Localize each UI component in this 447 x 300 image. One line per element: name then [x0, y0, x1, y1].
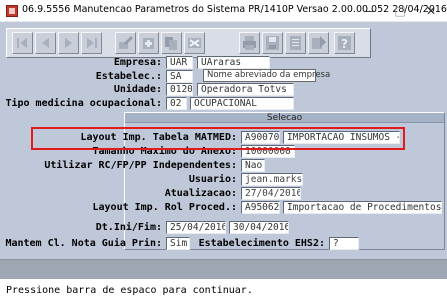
- highlight-box: [31, 127, 405, 150]
- delete-button[interactable]: [184, 32, 205, 54]
- list-button[interactable]: [285, 32, 306, 54]
- copy-icon: [165, 37, 177, 50]
- export-button[interactable]: [308, 32, 329, 54]
- layout-rol-label: Layout Imp. Rol Proced.:: [92, 202, 238, 213]
- maximize-button[interactable]: □: [385, 2, 415, 20]
- atualizacao-field: 27/04/2016: [241, 187, 301, 200]
- mantem-label: Mantem Cl. Nota Guia Prin:: [5, 238, 162, 249]
- previous-record-button[interactable]: [35, 32, 56, 54]
- list-icon: [290, 36, 301, 50]
- minimize-button[interactable]: —: [355, 2, 385, 20]
- save-icon: [266, 36, 279, 50]
- empresa-name-field[interactable]: UAraras: [197, 56, 270, 69]
- dates-label: Dt.Ini/Fim:: [95, 222, 162, 233]
- help-button[interactable]: ?: [334, 32, 355, 54]
- continue-prompt: Pressione barra de espaco para continuar…: [6, 285, 253, 296]
- copy-button[interactable]: [161, 32, 182, 54]
- edit-button[interactable]: [115, 32, 136, 54]
- estabelec-label: Estabelec.:: [95, 71, 162, 82]
- toolbar: ?: [6, 28, 371, 58]
- empresa-code-field[interactable]: UAR: [166, 56, 193, 69]
- close-button[interactable]: ✕: [416, 2, 446, 20]
- export-icon: [312, 36, 326, 49]
- svg-text:?: ?: [341, 37, 348, 51]
- end-date-field[interactable]: 30/04/2016: [229, 221, 289, 234]
- first-record-button[interactable]: [12, 32, 33, 54]
- first-icon: [17, 38, 27, 48]
- atualizacao-label: Atualizacao:: [164, 188, 237, 199]
- utilizar-rc-field[interactable]: Nao: [241, 159, 265, 172]
- print-icon: [243, 36, 256, 50]
- layout-rol-name-field[interactable]: Importacao de Procedimentos PTU: [283, 201, 442, 214]
- edit-icon: [119, 36, 133, 49]
- selecao-header: Selecao: [125, 113, 444, 123]
- status-area: [0, 259, 447, 279]
- print-button[interactable]: [239, 32, 260, 54]
- ehs2-field[interactable]: ?: [329, 237, 359, 250]
- empresa-label: Empresa:: [113, 57, 162, 68]
- add-button[interactable]: [138, 32, 159, 54]
- ehs2-label: Estabelecimento EHS2:: [198, 238, 325, 249]
- layout-rol-code-field[interactable]: A95062: [241, 201, 280, 214]
- tipo-medicina-name-field[interactable]: OCUPACIONAL: [190, 97, 294, 110]
- tooltip: Nome abreviado da empresa: [203, 69, 330, 82]
- app-icon: [6, 5, 18, 17]
- usuario-field: jean.marks: [241, 173, 303, 186]
- unidade-name-field[interactable]: Operadora Totvs: [197, 83, 294, 96]
- last-record-button[interactable]: [81, 32, 102, 54]
- unidade-code-field[interactable]: 0120: [166, 83, 193, 96]
- delete-icon: [188, 38, 201, 48]
- usuario-label: Usuario:: [188, 174, 237, 185]
- save-button[interactable]: [262, 32, 283, 54]
- last-icon: [87, 38, 97, 48]
- help-icon: ?: [338, 36, 351, 51]
- tipo-medicina-code-field[interactable]: 02: [166, 97, 187, 110]
- previous-icon: [42, 38, 49, 48]
- utilizar-rc-label: Utilizar RC/FP/PP Independentes:: [44, 160, 237, 171]
- mantem-field[interactable]: Sim: [166, 237, 190, 250]
- next-record-button[interactable]: [58, 32, 79, 54]
- add-icon: [143, 38, 154, 49]
- tipo-medicina-label: Tipo medicina ocupacional:: [5, 98, 162, 109]
- window-title-bar: 06.9.5556 Manutencao Parametros do Siste…: [0, 0, 447, 22]
- start-date-field[interactable]: 25/04/2016: [166, 221, 226, 234]
- prompt-bar: Pressione barra de espaco para continuar…: [0, 279, 447, 300]
- estabelec-code-field[interactable]: SA: [166, 70, 193, 83]
- next-icon: [65, 38, 72, 48]
- unidade-label: Unidade:: [113, 84, 162, 95]
